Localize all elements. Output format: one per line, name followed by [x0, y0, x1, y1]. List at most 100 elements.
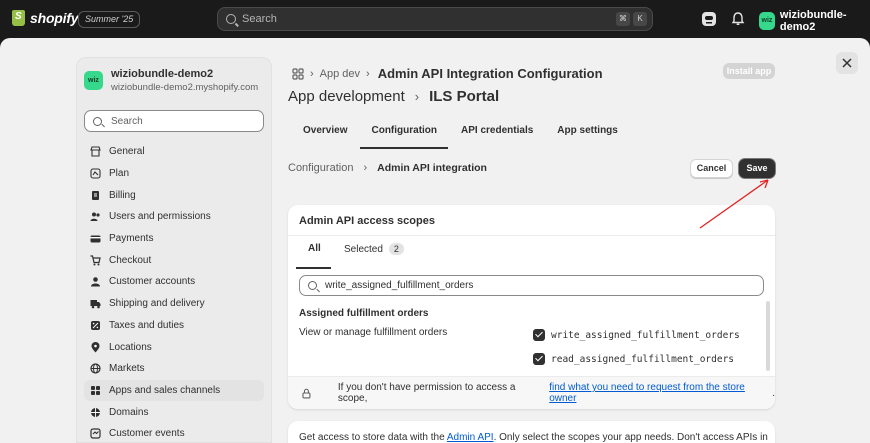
breadcrumb-title: Admin API Integration Configuration: [377, 66, 603, 81]
payments-icon: [90, 235, 101, 243]
sidebar-item-payments[interactable]: Payments: [84, 228, 264, 250]
apps-icon: [91, 385, 100, 395]
edition-badge: Summer '25: [78, 11, 141, 28]
sidebar-item-plan[interactable]: Plan: [84, 163, 264, 185]
plan-icon: [90, 168, 101, 179]
scope-filter-input[interactable]: write_assigned_fulfillment_orders: [299, 275, 764, 296]
page-title-app-development[interactable]: App development: [288, 88, 405, 105]
access-scopes-card: Admin API access scopes All Selected 2 w…: [288, 205, 775, 409]
sidebar-item-billing[interactable]: Billing: [84, 184, 264, 206]
tab-all[interactable]: All: [308, 243, 321, 254]
search-icon: [308, 281, 317, 290]
store-name: wiziobundle-demo2: [779, 9, 847, 33]
notice-text: If you don't have permission to access a…: [337, 382, 516, 404]
sidebar-item-label: Customer accounts: [109, 276, 196, 288]
shortcut-k-key: K: [633, 12, 647, 26]
apps-icon: [292, 67, 304, 80]
shopify-bag-icon: [12, 10, 25, 26]
admin-api-info-card: Get access to store data with the Admin …: [288, 421, 775, 443]
notice-period: .: [772, 387, 775, 399]
cancel-button[interactable]: Cancel: [690, 159, 733, 178]
sidebar-item-users-and-permissions[interactable]: Users and permissions: [84, 206, 264, 228]
sub-breadcrumb: Configuration › Admin API integration: [288, 162, 487, 174]
sidebar-item-label: Users and permissions: [109, 211, 211, 223]
sidebar-item-label: General: [109, 146, 145, 158]
top-bar: shopify Summer '25 Search ⌘ K wiz wiziob…: [0, 0, 870, 38]
scope-filter-value: write_assigned_fulfillment_orders: [325, 280, 474, 291]
shop-url: wiziobundle-demo2.myshopify.com: [111, 82, 259, 93]
scrollbar[interactable]: [766, 301, 770, 371]
chevron-right-icon: ›: [414, 89, 420, 104]
sub-breadcrumb-configuration[interactable]: Configuration: [288, 162, 353, 174]
close-button[interactable]: [836, 52, 858, 74]
tab-app-settings[interactable]: App settings: [546, 117, 629, 149]
sidebar-item-label: Locations: [109, 341, 152, 353]
settings-search-input[interactable]: Search: [84, 110, 264, 132]
checkbox-checked[interactable]: [533, 353, 545, 365]
scope-checkbox-row[interactable]: write_assigned_fulfillment_orders: [533, 329, 740, 341]
scope-group-title: Assigned fulfillment orders: [299, 308, 429, 319]
sidebar-item-customer-accounts[interactable]: Customer accounts: [84, 271, 264, 293]
sidebar-item-apps-and-sales-channels[interactable]: Apps and sales channels: [84, 379, 264, 402]
events-icon: [90, 428, 101, 439]
shop-name: wiziobundle-demo2: [111, 68, 214, 80]
tab-overview[interactable]: Overview: [292, 117, 358, 149]
tab-api-credentials[interactable]: API credentials: [450, 117, 544, 149]
chevron-right-icon: ›: [310, 67, 314, 80]
domain-icon: [91, 407, 100, 417]
page-title: App development › ILS Portal: [288, 88, 499, 105]
assistant-icon[interactable]: [700, 10, 718, 28]
sidebar-item-locations[interactable]: Locations: [84, 336, 264, 358]
logo-text: shopify: [30, 10, 79, 26]
sidebar-item-checkout[interactable]: Checkout: [84, 249, 264, 271]
sidebar-item-taxes-and-duties[interactable]: Taxes and duties: [84, 315, 264, 337]
sidebar-item-label: Domains: [109, 406, 149, 418]
sidebar-item-label: Payments: [109, 233, 154, 245]
tax-icon: [91, 320, 100, 330]
divider: [288, 235, 775, 236]
globe-icon: [90, 363, 101, 374]
bell-icon[interactable]: [729, 10, 747, 28]
app-tabs: Overview Configuration API credentials App …: [292, 117, 631, 149]
users-icon: [90, 212, 100, 222]
sidebar-item-label: Checkout: [109, 254, 152, 266]
tab-configuration[interactable]: Configuration: [360, 117, 449, 149]
global-search-placeholder: Search: [242, 13, 277, 25]
lock-icon: [302, 388, 311, 398]
selected-count-badge: 2: [388, 243, 404, 255]
save-button[interactable]: Save: [739, 159, 775, 178]
request-scope-link[interactable]: find what you need to request from the s…: [549, 382, 772, 404]
sidebar-item-markets[interactable]: Markets: [84, 358, 264, 380]
scope-name: write_assigned_fulfillment_orders: [551, 329, 740, 341]
sidebar-item-label: Shipping and delivery: [109, 298, 205, 310]
shopify-logo[interactable]: shopify: [12, 10, 79, 26]
sidebar-item-label: Billing: [109, 189, 136, 201]
sidebar-item-label: Taxes and duties: [109, 319, 185, 331]
info-text-before: Get access to store data with the: [299, 432, 445, 443]
billing-icon: [92, 190, 99, 200]
store-menu[interactable]: wiz wiziobundle-demo2: [759, 9, 870, 33]
sidebar-item-customer-events[interactable]: Customer events: [84, 423, 264, 443]
sidebar-item-domains[interactable]: Domains: [84, 401, 264, 423]
shop-avatar: wiz: [84, 71, 103, 90]
store-avatar: wiz: [759, 12, 775, 30]
breadcrumb-app-dev[interactable]: App dev: [320, 68, 360, 80]
global-search[interactable]: Search ⌘ K: [217, 7, 653, 31]
person-icon: [91, 277, 100, 287]
sidebar-item-label: Apps and sales channels: [109, 384, 221, 396]
truck-icon: [90, 300, 101, 309]
scope-name: read_assigned_fulfillment_orders: [551, 353, 735, 365]
checkbox-checked[interactable]: [533, 329, 545, 341]
install-app-button[interactable]: Install app: [723, 63, 775, 79]
settings-nav: General Plan Billing Users and permissions P…: [84, 141, 264, 443]
sidebar-item-label: Markets: [109, 363, 145, 375]
sidebar-item-label: Plan: [109, 168, 130, 180]
admin-api-link[interactable]: Admin API: [447, 432, 494, 443]
tab-selected[interactable]: Selected 2: [344, 243, 404, 255]
tab-selected-label: Selected: [344, 243, 383, 255]
scope-checkbox-row[interactable]: read_assigned_fulfillment_orders: [533, 353, 734, 365]
sidebar-item-general[interactable]: General: [84, 141, 264, 163]
shortcut-cmd-key: ⌘: [616, 12, 630, 26]
sidebar-item-shipping-and-delivery[interactable]: Shipping and delivery: [84, 293, 264, 315]
active-tab-indicator: [296, 267, 331, 269]
